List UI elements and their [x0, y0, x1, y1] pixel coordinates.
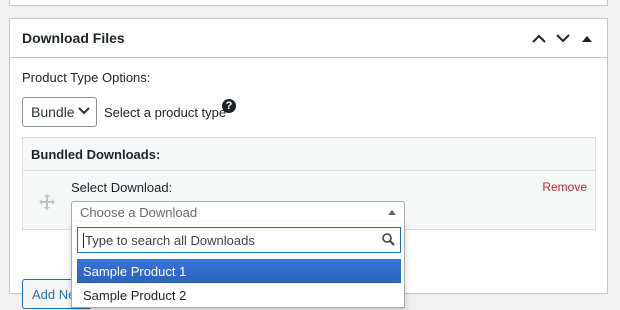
chevron-up-icon: [532, 34, 546, 43]
triangle-up-icon: [582, 35, 592, 42]
text-cursor: [83, 232, 84, 248]
caret-up-icon: [388, 210, 396, 215]
download-search-input[interactable]: Type to search all Downloads: [77, 227, 401, 253]
help-icon[interactable]: ?: [222, 99, 236, 113]
search-icon: [382, 233, 395, 246]
bundled-downloads-header: Bundled Downloads:: [23, 138, 595, 171]
download-select[interactable]: Choose a Download: [71, 201, 405, 223]
metabox-header: Download Files: [10, 19, 607, 58]
move-down-button[interactable]: [551, 24, 575, 54]
product-type-hint: Select a product type: [104, 105, 227, 120]
move-up-button[interactable]: [527, 24, 551, 54]
toggle-panel-button[interactable]: [575, 24, 599, 54]
dropdown-option[interactable]: Sample Product 2: [77, 283, 401, 307]
product-type-label: Product Type Options:: [22, 70, 151, 85]
dropdown-option[interactable]: Sample Product 1: [77, 259, 401, 283]
download-search-placeholder: Type to search all Downloads: [85, 232, 255, 248]
remove-link[interactable]: Remove: [542, 180, 587, 194]
metabox-title: Download Files: [22, 30, 125, 46]
download-select-placeholder: Choose a Download: [80, 204, 198, 220]
previous-metabox: [9, 0, 608, 6]
chevron-down-icon: [78, 107, 90, 115]
chevron-down-icon: [556, 34, 570, 43]
product-type-select[interactable]: Bundle: [22, 97, 97, 127]
drag-handle-icon[interactable]: [39, 194, 55, 210]
product-type-selected-value: Bundle: [31, 104, 75, 120]
download-dropdown: Type to search all Downloads Sample Prod…: [71, 222, 405, 308]
metabox-controls: [527, 19, 599, 58]
select-download-label: Select Download:: [71, 180, 173, 195]
